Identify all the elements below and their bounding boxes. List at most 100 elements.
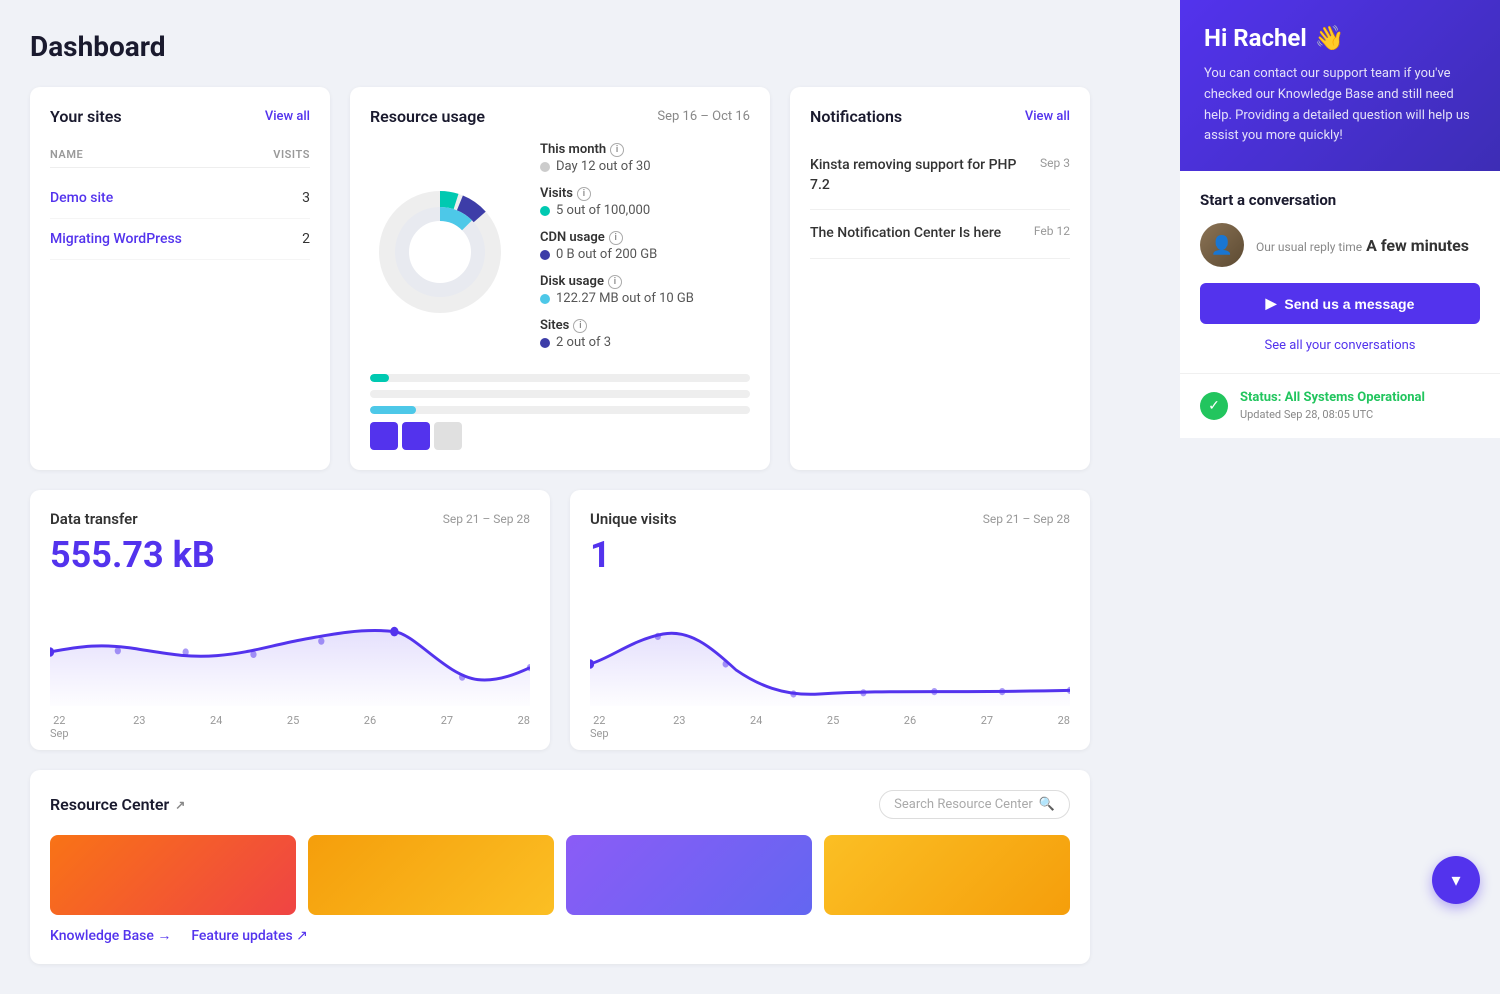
data-transfer-header: Data transfer Sep 21 – Sep 28: [50, 510, 530, 528]
migrating-wp-link[interactable]: Migrating WordPress: [50, 231, 182, 247]
sites-table-header: NAME VISITS: [50, 142, 310, 168]
data-transfer-labels: 22 Sep 23 24 25 26 27: [50, 714, 530, 740]
send-btn-label: Send us a message: [1284, 296, 1414, 312]
resource-center-header: Resource Center ↗ Search Resource Center…: [50, 790, 1070, 819]
sites-squares: [370, 422, 750, 450]
send-message-button[interactable]: ▶ Send us a message: [1200, 283, 1480, 324]
rc-image-4: [824, 835, 1070, 915]
data-transfer-card: Data transfer Sep 21 – Sep 28 555.73 kB: [30, 490, 550, 750]
chart-label: 24: [750, 714, 762, 740]
agent-row: 👤 Our usual reply time A few minutes: [1200, 223, 1480, 267]
stat-this-month: This month i Day 12 out of 30: [540, 142, 750, 174]
chart-label: 22 Sep: [50, 714, 69, 740]
info-icon-month[interactable]: i: [610, 143, 624, 157]
resource-center-title: Resource Center ↗: [50, 795, 185, 814]
dot-sites: [540, 338, 550, 348]
dot-visits: [540, 206, 550, 216]
hi-description: You can contact our support team if you'…: [1204, 64, 1476, 147]
chart-label: 26: [904, 714, 916, 740]
conversation-card: Start a conversation 👤 Our usual reply t…: [1180, 171, 1500, 373]
stat-label-month: This month: [540, 142, 606, 157]
chevron-down-icon: ▾: [1451, 870, 1460, 891]
notif-text-1: Kinsta removing support for PHP 7.2: [810, 156, 1028, 195]
unique-visits-labels: 22 Sep 23 24 25 26 27: [590, 714, 1070, 740]
demo-site-visits: 3: [302, 190, 310, 206]
your-sites-view-all[interactable]: View all: [265, 109, 310, 124]
notifications-card: Notifications View all Kinsta removing s…: [790, 87, 1090, 470]
visits-fill: [370, 374, 389, 382]
chart-label: 24: [210, 714, 222, 740]
notifications-view-all[interactable]: View all: [1025, 109, 1070, 124]
resource-usage-title: Resource usage: [370, 107, 485, 126]
data-transfer-title: Data transfer: [50, 510, 138, 528]
external-link-icon: ↗: [175, 798, 185, 812]
notifications-title: Notifications: [810, 107, 902, 126]
resource-usage-card: Resource usage Sep 16 – Oct 16: [350, 87, 770, 470]
unique-visits-card: Unique visits Sep 21 – Sep 28 1: [570, 490, 1090, 750]
info-icon-cdn[interactable]: i: [609, 231, 623, 245]
see-all-conversations-link[interactable]: See all your conversations: [1200, 338, 1480, 353]
resource-stats: This month i Day 12 out of 30 Visits i: [540, 142, 750, 362]
chart-label: 27: [981, 714, 993, 740]
rc-image-1: [50, 835, 296, 915]
wave-icon: 👋: [1315, 24, 1345, 52]
rc-search-text: Search Resource Center: [894, 797, 1033, 812]
info-icon-disk[interactable]: i: [608, 275, 622, 289]
chart-label: 23: [673, 714, 685, 740]
status-icon: ✓: [1200, 392, 1228, 420]
chart-label: 25: [287, 714, 299, 740]
chart-label: 23: [133, 714, 145, 740]
chart-label: 25: [827, 714, 839, 740]
col-name-header: NAME: [50, 148, 83, 161]
dot-disk: [540, 294, 550, 304]
search-icon: 🔍: [1039, 797, 1055, 812]
notif-text-2: The Notification Center Is here: [810, 224, 1022, 244]
chart-label: 26: [364, 714, 376, 740]
stat-val-visits: 5 out of 100,000: [556, 203, 650, 218]
notification-item: Kinsta removing support for PHP 7.2 Sep …: [810, 142, 1070, 210]
knowledge-base-link[interactable]: Knowledge Base →: [50, 927, 171, 944]
data-transfer-value: 555.73 kB: [50, 534, 530, 576]
sites-list: Demo site 3 Migrating WordPress 2: [50, 178, 310, 260]
stat-cdn: CDN usage i 0 B out of 200 GB: [540, 230, 750, 262]
status-updated: Updated Sep 28, 08:05 UTC: [1240, 408, 1373, 421]
resource-donut-chart: [370, 182, 510, 322]
page-title: Dashboard: [30, 30, 1090, 63]
visits-progress-bar: [370, 374, 750, 382]
resource-progress-bars: [370, 374, 750, 414]
support-hi-card: Hi Rachel 👋 You can contact our support …: [1180, 0, 1500, 171]
cdn-progress-bar: [370, 390, 750, 398]
reply-time-label: Our usual reply time: [1256, 240, 1362, 254]
stat-val-cdn: 0 B out of 200 GB: [556, 247, 657, 262]
unique-visits-header: Unique visits Sep 21 – Sep 28: [590, 510, 1070, 528]
right-panel: Hi Rachel 👋 You can contact our support …: [1180, 0, 1500, 934]
rc-image-3: [566, 835, 812, 915]
your-sites-header: Your sites View all: [50, 107, 310, 126]
feature-updates-link[interactable]: Feature updates ↗: [191, 927, 308, 944]
status-text: Status: All Systems Operational Updated …: [1240, 390, 1425, 422]
conversation-title: Start a conversation: [1200, 191, 1480, 209]
send-icon: ▶: [1266, 295, 1277, 312]
chart-label: 27: [441, 714, 453, 740]
chart-label: 28: [1058, 714, 1070, 740]
info-icon-sites[interactable]: i: [573, 319, 587, 333]
resource-center-search[interactable]: Search Resource Center 🔍: [879, 790, 1070, 819]
stat-val-month: Day 12 out of 30: [556, 159, 651, 174]
avatar: 👤: [1200, 223, 1244, 267]
stat-disk: Disk usage i 122.27 MB out of 10 GB: [540, 274, 750, 306]
data-transfer-chart: [50, 586, 530, 706]
table-row: Migrating WordPress 2: [50, 219, 310, 260]
dot-month: [540, 162, 550, 172]
disk-progress-bar: [370, 406, 750, 414]
info-icon-visits[interactable]: i: [577, 187, 591, 201]
float-button[interactable]: ▾: [1432, 856, 1480, 904]
table-row: Demo site 3: [50, 178, 310, 219]
rc-image-2: [308, 835, 554, 915]
rc-links: Knowledge Base → Feature updates ↗: [50, 927, 1070, 944]
demo-site-link[interactable]: Demo site: [50, 190, 113, 206]
notif-date-2: Feb 12: [1034, 224, 1070, 238]
your-sites-title: Your sites: [50, 107, 122, 126]
unique-visits-date: Sep 21 – Sep 28: [983, 512, 1070, 526]
status-label: Status: All Systems Operational: [1240, 390, 1425, 405]
hi-text: Hi Rachel: [1204, 24, 1307, 52]
